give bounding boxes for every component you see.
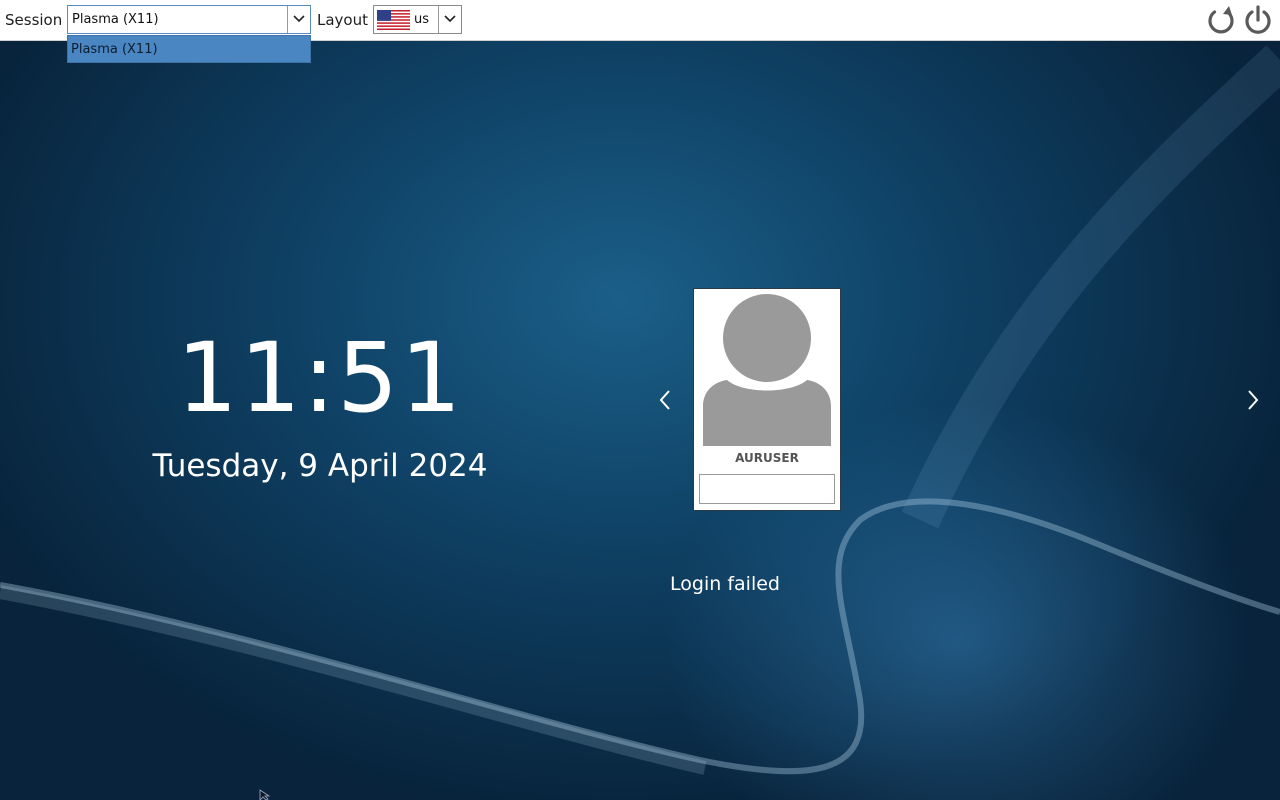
mouse-cursor-icon xyxy=(259,789,271,800)
previous-user-button[interactable] xyxy=(656,388,676,412)
layout-select-arrow[interactable] xyxy=(438,6,461,33)
session-select[interactable]: Plasma (X11) xyxy=(67,5,311,34)
layout-label: Layout xyxy=(317,11,368,29)
user-avatar-icon xyxy=(703,294,831,446)
session-select-value: Plasma (X11) xyxy=(72,12,159,27)
reboot-icon xyxy=(1208,6,1234,34)
chevron-down-icon xyxy=(444,15,456,23)
clock-time: 11:51 xyxy=(176,322,464,434)
us-flag-icon xyxy=(377,10,410,30)
shutdown-button[interactable] xyxy=(1242,4,1274,36)
keyboard-layout-value: us xyxy=(414,12,430,27)
power-icon xyxy=(1245,5,1271,34)
clock-date: Tuesday, 9 April 2024 xyxy=(152,448,488,484)
user-card[interactable]: AURUSER xyxy=(693,288,841,511)
chevron-left-icon xyxy=(659,390,670,410)
reboot-button[interactable] xyxy=(1205,4,1237,36)
next-user-button[interactable] xyxy=(1243,388,1263,412)
keyboard-layout-select[interactable]: us xyxy=(373,5,462,34)
session-dropdown-list: Plasma (X11) xyxy=(67,35,311,63)
session-option-plasma-x11[interactable]: Plasma (X11) xyxy=(71,42,158,57)
chevron-right-icon xyxy=(1248,390,1259,410)
session-select-arrow[interactable] xyxy=(287,6,310,33)
session-label: Session xyxy=(5,11,63,29)
user-name: AURUSER xyxy=(735,451,799,465)
login-status-message: Login failed xyxy=(670,573,780,595)
password-input[interactable] xyxy=(699,474,835,504)
login-screen: Session Plasma (X11) Layout us Plasma (X… xyxy=(0,0,1280,800)
chevron-down-icon xyxy=(293,15,305,23)
